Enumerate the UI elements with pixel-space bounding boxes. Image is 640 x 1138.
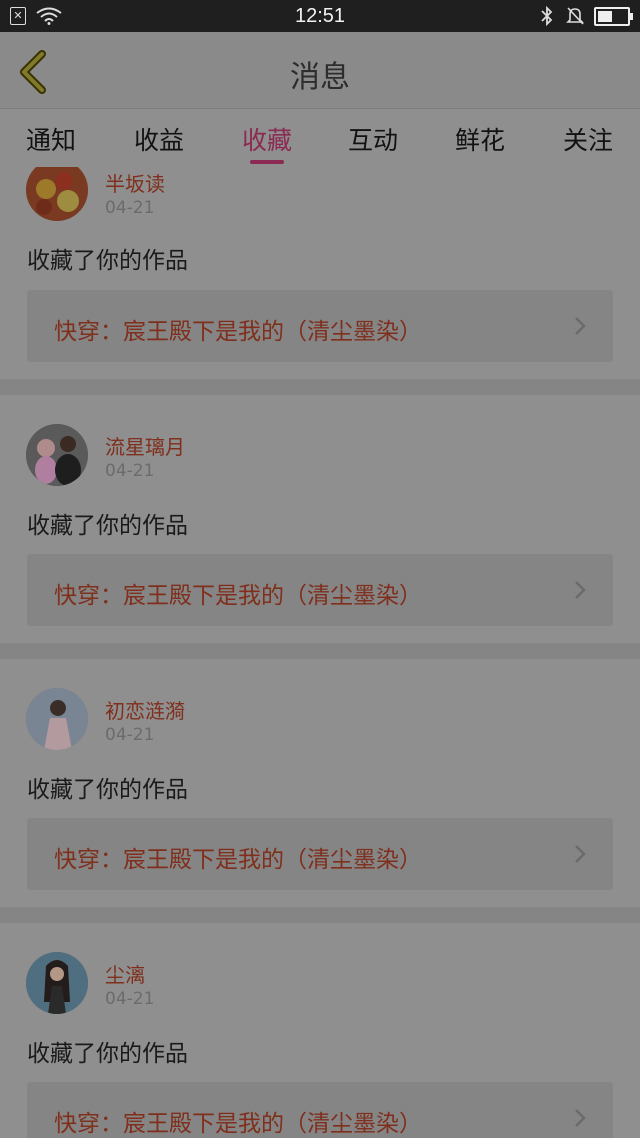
- list-item: 尘漓 04-21 收藏了你的作品 快穿：宸王殿下是我的（清尘墨染）: [0, 923, 640, 1138]
- user-name[interactable]: 尘漓: [105, 959, 145, 988]
- page-title: 消息: [290, 60, 350, 95]
- tab-follows[interactable]: 关注: [538, 121, 638, 157]
- work-title: 快穿：宸王殿下是我的（清尘墨染）: [54, 1111, 422, 1137]
- chevron-right-icon: [575, 845, 586, 863]
- item-date: 04-21: [105, 461, 155, 481]
- battery-fill: [598, 10, 612, 22]
- item-date: 04-21: [105, 725, 155, 745]
- action-text: 收藏了你的作品: [27, 1041, 188, 1067]
- user-name[interactable]: 初恋涟漪: [105, 695, 185, 724]
- tab-earnings[interactable]: 收益: [109, 121, 209, 157]
- bell-muted-icon: [566, 7, 584, 25]
- battery-icon: [594, 6, 633, 26]
- action-text: 收藏了你的作品: [27, 248, 188, 274]
- status-right-icons: [538, 6, 633, 26]
- work-title: 快穿：宸王殿下是我的（清尘墨染）: [54, 583, 422, 609]
- avatar[interactable]: [26, 424, 88, 486]
- action-text: 收藏了你的作品: [27, 777, 188, 803]
- work-title: 快穿：宸王殿下是我的（清尘墨染）: [54, 319, 422, 345]
- list-divider: [0, 379, 640, 395]
- list-item: 半坂读 04-21 收藏了你的作品 快穿：宸王殿下是我的（清尘墨染）: [0, 167, 640, 362]
- work-title: 快穿：宸王殿下是我的（清尘墨染）: [54, 847, 422, 873]
- chevron-right-icon: [575, 581, 586, 599]
- status-bar: ✕ 12:51: [0, 0, 640, 32]
- list-item: 初恋涟漪 04-21 收藏了你的作品 快穿：宸王殿下是我的（清尘墨染）: [0, 659, 640, 907]
- avatar-image-icon: [26, 952, 88, 1014]
- user-name[interactable]: 半坂读: [105, 168, 165, 197]
- work-card[interactable]: 快穿：宸王殿下是我的（清尘墨染）: [27, 554, 613, 626]
- tab-flowers[interactable]: 鲜花: [430, 121, 530, 157]
- work-card[interactable]: 快穿：宸王殿下是我的（清尘墨染）: [27, 1082, 613, 1138]
- tab-bar: 通知 收益 收藏 互动 鲜花 关注: [0, 109, 640, 167]
- avatar[interactable]: [26, 952, 88, 1014]
- item-date: 04-21: [105, 989, 155, 1009]
- avatar[interactable]: [26, 167, 88, 221]
- work-card[interactable]: 快穿：宸王殿下是我的（清尘墨染）: [27, 818, 613, 890]
- tab-favorites[interactable]: 收藏: [217, 121, 317, 157]
- active-tab-indicator: [250, 160, 284, 164]
- favorites-feed: 半坂读 04-21 收藏了你的作品 快穿：宸王殿下是我的（清尘墨染） 流星璃月 …: [0, 167, 640, 1138]
- app-header: 消息: [0, 32, 640, 109]
- action-text: 收藏了你的作品: [27, 513, 188, 539]
- item-date: 04-21: [105, 198, 155, 218]
- avatar[interactable]: [26, 688, 88, 750]
- avatar-image-icon: [26, 688, 88, 750]
- avatar-image-icon: [26, 167, 88, 221]
- list-divider: [0, 643, 640, 659]
- avatar-image-icon: [26, 424, 88, 486]
- bluetooth-icon: [541, 6, 553, 26]
- list-item: 流星璃月 04-21 收藏了你的作品 快穿：宸王殿下是我的（清尘墨染）: [0, 395, 640, 643]
- work-card[interactable]: 快穿：宸王殿下是我的（清尘墨染）: [27, 290, 613, 362]
- tab-interactions[interactable]: 互动: [323, 121, 423, 157]
- tab-notify[interactable]: 通知: [1, 121, 101, 157]
- chevron-right-icon: [575, 1109, 586, 1127]
- chevron-right-icon: [575, 317, 586, 335]
- user-name[interactable]: 流星璃月: [105, 431, 185, 460]
- list-divider: [0, 907, 640, 923]
